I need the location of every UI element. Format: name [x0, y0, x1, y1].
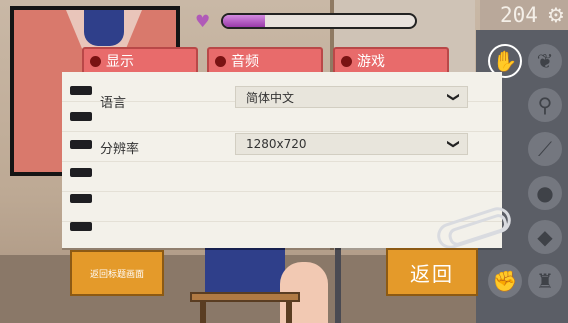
binder-hole — [70, 222, 92, 231]
tab-dot-icon — [90, 55, 101, 67]
resolution-value: 1280x720 — [246, 137, 307, 151]
affection-bar-fill — [223, 15, 266, 27]
chevron-down-icon: ❯ — [446, 91, 461, 103]
tab-label: 音频 — [231, 54, 259, 70]
language-label: 语言 — [100, 96, 127, 111]
desk-leg — [200, 300, 206, 323]
language-select[interactable]: 简体中文 ❯ — [235, 86, 468, 108]
return-title-button[interactable]: 返回标题画面 — [70, 250, 164, 296]
character-hair — [84, 10, 124, 46]
bubble-icon[interactable]: ● — [528, 176, 562, 210]
tab-audio[interactable]: 音频 — [207, 47, 323, 73]
tab-dot-icon — [341, 55, 352, 67]
resolution-select[interactable]: 1280x720 ❯ — [235, 133, 468, 155]
desk-top — [190, 292, 300, 302]
binder-hole — [70, 112, 92, 121]
affection-bar — [221, 13, 417, 29]
tab-game[interactable]: 游戏 — [333, 47, 449, 73]
desk-leg — [286, 300, 292, 323]
back-button[interactable]: 返回 — [386, 248, 478, 296]
gear-icon[interactable]: ⚙ — [547, 3, 565, 27]
heart-icon: ♥ — [195, 12, 211, 32]
wand-icon[interactable]: ⟋ — [528, 132, 562, 166]
leaf-icon[interactable]: ❦ — [528, 44, 562, 78]
tab-label: 显示 — [106, 54, 134, 70]
binder-hole — [70, 168, 92, 177]
resolution-label: 分辨率 — [100, 142, 140, 157]
binder-hole — [70, 86, 92, 95]
tab-display[interactable]: 显示 — [82, 47, 198, 73]
bottle-icon[interactable]: ♜ — [528, 264, 562, 298]
drop-icon[interactable]: ◆ — [528, 220, 562, 254]
binder-hole — [70, 140, 92, 149]
counter-value: 204 — [500, 3, 538, 27]
character-skirt — [205, 248, 285, 293]
binder-hole — [70, 194, 92, 203]
language-value: 简体中文 — [246, 90, 295, 105]
tab-label: 游戏 — [357, 54, 385, 70]
grab-icon[interactable]: ✊ — [488, 264, 522, 298]
ribbon-icon[interactable]: ⚲ — [528, 88, 562, 122]
chevron-down-icon: ❯ — [446, 138, 461, 150]
chair-frame — [335, 248, 341, 323]
tab-dot-icon — [215, 55, 226, 67]
